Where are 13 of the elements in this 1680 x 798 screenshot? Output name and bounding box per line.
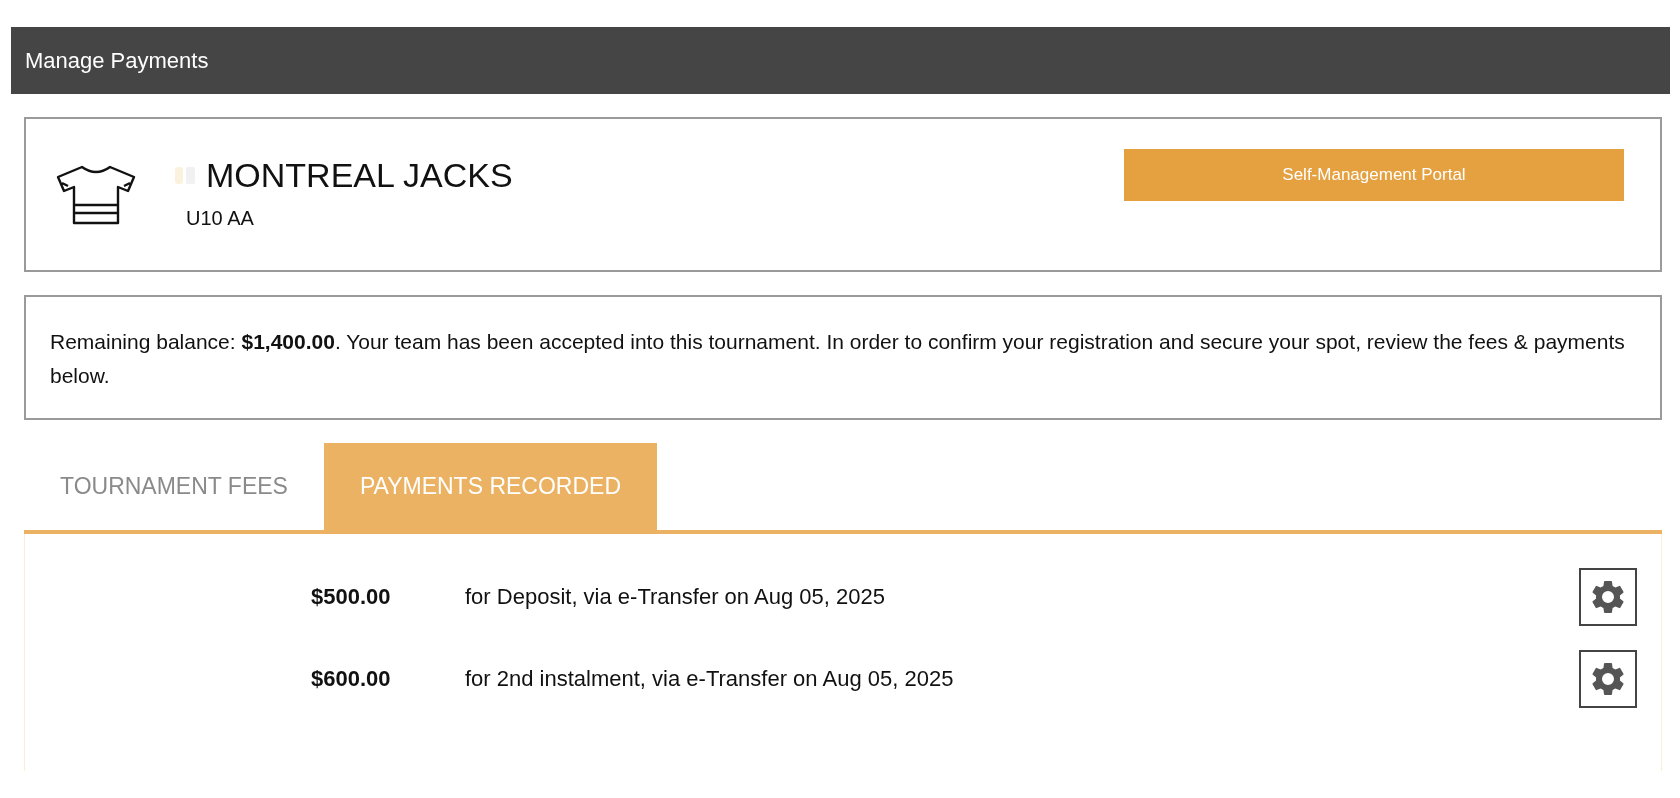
team-name: MONTREAL JACKS: [206, 155, 513, 195]
settings-button[interactable]: [1579, 650, 1637, 709]
team-division: U10 AA: [186, 206, 255, 230]
page-title: Manage Payments: [25, 47, 209, 74]
portal-button[interactable]: Self-Management Portal: [1124, 148, 1624, 201]
tab[interactable]: TOURNAMENT FEES: [24, 443, 324, 531]
settings-button[interactable]: [1579, 568, 1637, 627]
payment-description: for Deposit, via e-Transfer on Aug 05, 2025: [465, 584, 886, 611]
payment-description: for 2nd instalment, via e-Transfer on Aug 05, 2025: [465, 666, 955, 693]
balance-notice: Remaining balance: $1,400.00. Your team has been accepted into this tournament. In order to confirm your registration and secure your spot, review the fees & payments below.: [50, 330, 1625, 387]
payment-amount: $500.00: [311, 584, 392, 611]
tab[interactable]: PAYMENTS RECORDED: [323, 443, 658, 531]
payment-amount: $600.00: [311, 666, 392, 693]
